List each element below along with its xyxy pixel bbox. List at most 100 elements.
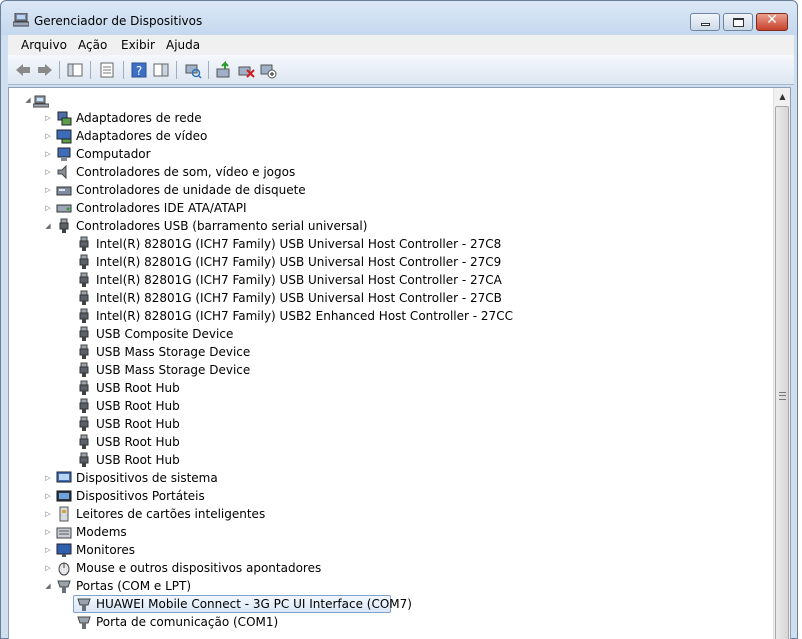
usb-icon bbox=[79, 290, 89, 305]
menu-acao[interactable]: Ação bbox=[78, 38, 107, 52]
tree-item-device[interactable]: Intel(R) 82801G (ICH7 Family) USB Univer… bbox=[9, 235, 769, 253]
disable-icon[interactable] bbox=[259, 61, 277, 79]
tree-item-device[interactable]: USB Root Hub bbox=[9, 397, 769, 415]
tree-item-label: Dispositivos de sistema bbox=[76, 471, 218, 485]
tree-item-category[interactable]: ▷ Controladores IDE ATA/ATAPI bbox=[9, 199, 769, 217]
tree-item-label: USB Mass Storage Device bbox=[96, 345, 251, 359]
tree-item-label: Modems bbox=[76, 525, 127, 539]
expand-arrow-icon[interactable]: ▷ bbox=[43, 545, 53, 555]
usb-icon bbox=[79, 272, 89, 287]
menu-bar: Arquivo Ação Exibir Ajuda bbox=[8, 35, 794, 55]
scan-hardware-icon[interactable] bbox=[184, 61, 202, 79]
tree-item-device[interactable]: Intel(R) 82801G (ICH7 Family) USB Univer… bbox=[9, 289, 769, 307]
usb-icon bbox=[79, 236, 89, 251]
minimize-icon bbox=[701, 23, 710, 26]
show-hide-console-tree-icon[interactable] bbox=[66, 61, 84, 79]
tree-item-device[interactable]: Intel(R) 82801G (ICH7 Family) USB Univer… bbox=[9, 271, 769, 289]
tree-item-label: USB Root Hub bbox=[96, 417, 180, 431]
close-button[interactable]: ✕ bbox=[756, 12, 788, 31]
network-adapter-icon bbox=[57, 111, 72, 126]
back-icon[interactable] bbox=[14, 61, 32, 79]
port-icon bbox=[77, 598, 91, 611]
title-bar: Gerenciador de Dispositivos ✕ bbox=[1, 1, 797, 35]
tree-item-label: HUAWEI Mobile Connect - 3G PC UI Interfa… bbox=[96, 597, 412, 611]
tree-item-label: Intel(R) 82801G (ICH7 Family) USB2 Enhan… bbox=[96, 309, 513, 323]
tree-item-category[interactable]: ◢ Controladores USB (barramento serial un… bbox=[9, 217, 769, 235]
svg-text:?: ? bbox=[136, 64, 142, 78]
expand-arrow-icon[interactable]: ▷ bbox=[43, 203, 53, 213]
tree-item-category[interactable]: ▷ Dispositivos Portáteis bbox=[9, 487, 769, 505]
tree-item-device[interactable]: USB Root Hub bbox=[9, 415, 769, 433]
tree-item-root[interactable]: ◢ bbox=[9, 91, 769, 109]
tree-item-device[interactable]: HUAWEI Mobile Connect - 3G PC UI Interfa… bbox=[9, 595, 769, 613]
collapse-arrow-icon[interactable]: ◢ bbox=[43, 581, 53, 591]
device-manager-icon bbox=[13, 13, 29, 27]
tree-item-device[interactable]: USB Root Hub bbox=[9, 451, 769, 469]
tree-item-device[interactable]: USB Mass Storage Device bbox=[9, 361, 769, 379]
toolbar-separator bbox=[176, 61, 177, 79]
tree-item-category[interactable]: ▷ Leitores de cartões inteligentes bbox=[9, 505, 769, 523]
tree-item-device[interactable]: Intel(R) 82801G (ICH7 Family) USB Univer… bbox=[9, 253, 769, 271]
menu-arquivo[interactable]: Arquivo bbox=[21, 38, 67, 52]
tree-item-label: Controladores IDE ATA/ATAPI bbox=[76, 201, 247, 215]
collapse-arrow-icon[interactable]: ◢ bbox=[23, 95, 33, 105]
portable-devices-icon bbox=[56, 490, 72, 502]
help-icon[interactable]: ? bbox=[130, 61, 148, 79]
forward-icon[interactable] bbox=[36, 61, 54, 79]
expand-arrow-icon[interactable]: ▷ bbox=[43, 131, 53, 141]
toolbar-separator bbox=[90, 61, 91, 79]
update-driver-icon[interactable] bbox=[215, 61, 233, 79]
tree-item-label: USB Root Hub bbox=[96, 381, 180, 395]
tree-item-device[interactable]: Porta de comunicação (COM1) bbox=[9, 613, 769, 631]
window-title: Gerenciador de Dispositivos bbox=[34, 14, 203, 28]
tree-item-label: USB Mass Storage Device bbox=[96, 363, 251, 377]
vertical-scrollbar[interactable]: ▲ bbox=[773, 88, 790, 639]
tree-item-category[interactable]: ▷ Adaptadores de vídeo bbox=[9, 127, 769, 145]
tree-item-category[interactable]: ▷ Computador bbox=[9, 145, 769, 163]
tree-item-category[interactable]: ▷ Controladores de som, vídeo e jogos bbox=[9, 163, 769, 181]
action-pane-icon[interactable] bbox=[152, 61, 170, 79]
tree-item-label: Dispositivos Portáteis bbox=[76, 489, 205, 503]
usb-icon bbox=[79, 326, 89, 341]
tree-item-device[interactable]: USB Root Hub bbox=[9, 433, 769, 451]
tree-item-device[interactable]: USB Mass Storage Device bbox=[9, 343, 769, 361]
tree-item-label: Intel(R) 82801G (ICH7 Family) USB Univer… bbox=[96, 237, 502, 251]
tree-item-device[interactable]: USB Composite Device bbox=[9, 325, 769, 343]
tree-item-device[interactable]: Intel(R) 82801G (ICH7 Family) USB2 Enhan… bbox=[9, 307, 769, 325]
expand-arrow-icon[interactable]: ▷ bbox=[43, 509, 53, 519]
tree-item-category[interactable]: ◢ Portas (COM e LPT) bbox=[9, 577, 769, 595]
collapse-arrow-icon[interactable]: ◢ bbox=[43, 221, 53, 231]
menu-ajuda[interactable]: Ajuda bbox=[166, 38, 200, 52]
tree-item-device[interactable]: USB Root Hub bbox=[9, 379, 769, 397]
minimize-button[interactable] bbox=[690, 13, 720, 31]
tree-item-category[interactable]: ▷ Controladores de unidade de disquete bbox=[9, 181, 769, 199]
scrollbar-thumb[interactable] bbox=[775, 106, 789, 639]
properties-icon[interactable] bbox=[98, 61, 116, 79]
tree-item-category[interactable]: ▷ Monitores bbox=[9, 541, 769, 559]
uninstall-icon[interactable] bbox=[237, 61, 255, 79]
usb-icon bbox=[79, 416, 89, 431]
tree-item-label: Controladores de som, vídeo e jogos bbox=[76, 165, 296, 179]
system-devices-icon bbox=[56, 471, 72, 483]
tree-item-label: Adaptadores de vídeo bbox=[76, 129, 208, 143]
usb-icon bbox=[79, 362, 89, 377]
floppy-controller-icon bbox=[56, 186, 72, 196]
tree-item-category[interactable]: ▷ Mouse e outros dispositivos apontadores bbox=[9, 559, 769, 577]
expand-arrow-icon[interactable]: ▷ bbox=[43, 113, 53, 123]
tree-item-category[interactable]: ▷ Adaptadores de rede bbox=[9, 109, 769, 127]
expand-arrow-icon[interactable]: ▷ bbox=[43, 473, 53, 483]
menu-exibir[interactable]: Exibir bbox=[121, 38, 155, 52]
expand-arrow-icon[interactable]: ▷ bbox=[43, 563, 53, 573]
expand-arrow-icon[interactable]: ▷ bbox=[43, 527, 53, 537]
monitor-icon bbox=[56, 543, 72, 557]
expand-arrow-icon[interactable]: ▷ bbox=[43, 167, 53, 177]
device-tree-pane: ◢ ▷ Adaptadores de rede ▷ Adaptadores de víd… bbox=[8, 87, 791, 639]
expand-arrow-icon[interactable]: ▷ bbox=[43, 185, 53, 195]
maximize-button[interactable] bbox=[723, 13, 753, 31]
tree-item-label: Porta de comunicação (COM1) bbox=[96, 615, 279, 629]
tree-item-category[interactable]: ▷ Dispositivos de sistema bbox=[9, 469, 769, 487]
expand-arrow-icon[interactable]: ▷ bbox=[43, 149, 53, 159]
tree-item-category[interactable]: ▷ Modems bbox=[9, 523, 769, 541]
scroll-up-arrow-icon[interactable]: ▲ bbox=[774, 90, 790, 104]
expand-arrow-icon[interactable]: ▷ bbox=[43, 491, 53, 501]
